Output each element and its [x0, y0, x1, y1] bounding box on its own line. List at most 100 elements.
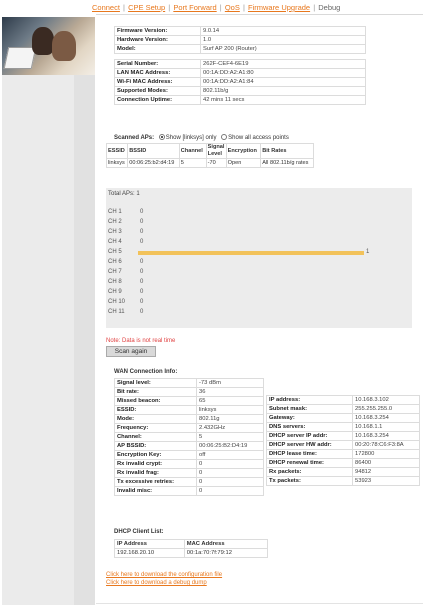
info-key: Serial Number: — [114, 59, 201, 69]
wan-value: 10.168.3.254 — [352, 431, 420, 441]
scanned-aps-label: Scanned APs: — [114, 135, 155, 141]
info-value: 42 mins 11 secs — [200, 95, 366, 105]
table-row: linksys 00:06:25:b2:d4:19 5 -70 Open All… — [105, 158, 314, 168]
ap-essid: linksys — [105, 158, 129, 168]
table-row: DNS servers: 10.168.1.1 — [266, 422, 420, 432]
channel-row: CH 2 0 — [108, 219, 408, 229]
footer-divider — [96, 603, 423, 604]
nav-connect[interactable]: Connect — [92, 3, 120, 12]
nav-separator: | — [219, 3, 222, 12]
ap-bitrates: All 802.11b/g rates — [260, 158, 314, 168]
channel-count: 0 — [140, 229, 144, 235]
channel-bar — [138, 251, 364, 255]
client-ip: 192.168.20.10 — [114, 548, 185, 558]
wan-value: off — [196, 450, 264, 460]
wan-value: 00:20:78:C6:F3:8A — [352, 440, 420, 450]
wan-value: linksys — [196, 405, 264, 415]
radio-show-linksys-only[interactable] — [158, 134, 165, 140]
wan-value: 53923 — [352, 476, 420, 486]
channel-label: CH 7 — [108, 269, 122, 275]
nav-current-debug: Debug — [318, 3, 341, 12]
wan-key: Signal level: — [114, 378, 197, 388]
wan-value: 94812 — [352, 467, 420, 477]
nav-cpe-setup[interactable]: CPE Setup — [128, 3, 165, 12]
table-row: Rx packets: 94812 — [266, 467, 420, 477]
info-key: Model: — [114, 44, 201, 54]
scan-again-button[interactable]: Scan again — [106, 346, 156, 357]
table-header-row: IP Address MAC Address — [114, 539, 269, 549]
table-row: Mode: 802.11g — [114, 414, 264, 424]
wan-value: -73 dBm — [196, 378, 264, 388]
ap-channel: 5 — [178, 158, 207, 168]
total-aps-value: 1 — [136, 191, 140, 197]
wan-key: Subnet mask: — [266, 404, 353, 414]
table-row: Hardware Version: 1.0 — [114, 35, 366, 45]
table-row: Channel: 5 — [114, 432, 264, 442]
channel-label: CH 10 — [108, 299, 126, 305]
wan-value: 0 — [196, 468, 264, 478]
wan-key: Rx invalid frag: — [114, 468, 197, 478]
total-aps-label: Total APs: — [108, 191, 135, 197]
col-mac-address: MAC Address — [183, 539, 269, 549]
channel-count: 0 — [140, 239, 144, 245]
wan-key: Mode: — [114, 414, 197, 424]
ap-signal: -70 — [205, 158, 227, 168]
wan-key: Channel: — [114, 432, 197, 442]
info-value: 1.0 — [200, 35, 366, 45]
info-value: 00:1A:DD:A2:A1:80 — [200, 68, 366, 78]
channel-count: 0 — [140, 279, 144, 285]
wan-value: 802.11g — [196, 414, 264, 424]
nav-port-forward[interactable]: Port Forward — [173, 3, 216, 12]
wan-key: AP BSSID: — [114, 441, 197, 451]
table-row: Gateway: 10.168.3.254 — [266, 413, 420, 423]
client-mac: 00:1a:70:7f:79:12 — [183, 548, 269, 558]
scanned-aps-header: Scanned APs: Show [linksys] only Show al… — [114, 134, 289, 141]
wan-key: ESSID: — [114, 405, 197, 415]
wan-value: 86400 — [352, 458, 420, 468]
table-row: DHCP renewal time: 86400 — [266, 458, 420, 468]
download-config-link[interactable]: Click here to download the configuration… — [106, 572, 222, 578]
table-row: Supported Modes: 802.11b/g — [114, 86, 366, 96]
channel-count: 1 — [366, 249, 370, 255]
channel-row: CH 11 0 — [108, 309, 408, 319]
device-info-table: Firmware Version: 9.0.14 Hardware Version… — [114, 26, 366, 105]
channel-count: 0 — [140, 259, 144, 265]
wan-info-title: WAN Connection Info: — [114, 369, 178, 375]
table-row: DHCP lease time: 172800 — [266, 449, 420, 459]
info-value: 9.0.14 — [200, 26, 366, 36]
wan-value: 0 — [196, 459, 264, 469]
table-row: Connection Uptime: 42 mins 11 secs — [114, 95, 366, 105]
wan-value: 10.168.3.102 — [352, 395, 420, 405]
channel-count: 0 — [140, 219, 144, 225]
wan-key: Gateway: — [266, 413, 353, 423]
channel-count: 0 — [140, 209, 144, 215]
download-debug-dump-link[interactable]: Click here to download a debug dump — [106, 580, 207, 586]
channel-label: CH 2 — [108, 219, 122, 225]
channel-row: CH 7 0 — [108, 269, 408, 279]
wan-value: 2.432GHz — [196, 423, 264, 433]
channel-label: CH 11 — [108, 309, 125, 315]
table-row: Tx excessive retries: 0 — [114, 477, 264, 487]
channel-row: CH 6 0 — [108, 259, 408, 269]
nav-qos[interactable]: QoS — [225, 3, 240, 12]
channel-label: CH 9 — [108, 289, 122, 295]
wan-key: IP address: — [266, 395, 353, 405]
table-row: Model: Surf AP 200 (Router) — [114, 44, 366, 54]
wan-info-right-table: IP address: 10.168.3.102 Subnet mask: 255.2… — [266, 395, 420, 486]
channel-label: CH 6 — [108, 259, 122, 265]
channel-row: CH 3 0 — [108, 229, 408, 239]
radio-show-all-aps[interactable] — [221, 134, 228, 140]
header-photo — [2, 17, 95, 75]
wan-key: DHCP server HW addr: — [266, 440, 353, 450]
info-key: Connection Uptime: — [114, 95, 201, 105]
nav-firmware-upgrade[interactable]: Firmware Upgrade — [248, 3, 310, 12]
wan-key: Missed beacon: — [114, 396, 197, 406]
info-key: Firmware Version: — [114, 26, 201, 36]
nav-separator: | — [123, 3, 125, 12]
table-row: 192.168.20.10 00:1a:70:7f:79:12 — [114, 548, 269, 558]
channel-label: CH 8 — [108, 279, 122, 285]
table-row: DHCP server IP addr: 10.168.3.254 — [266, 431, 420, 441]
wan-info-left-table: Signal level: -73 dBm Bit rate: 36 Missed be… — [114, 378, 264, 496]
nav-separator: | — [168, 3, 171, 12]
channel-label: CH 3 — [108, 229, 122, 235]
